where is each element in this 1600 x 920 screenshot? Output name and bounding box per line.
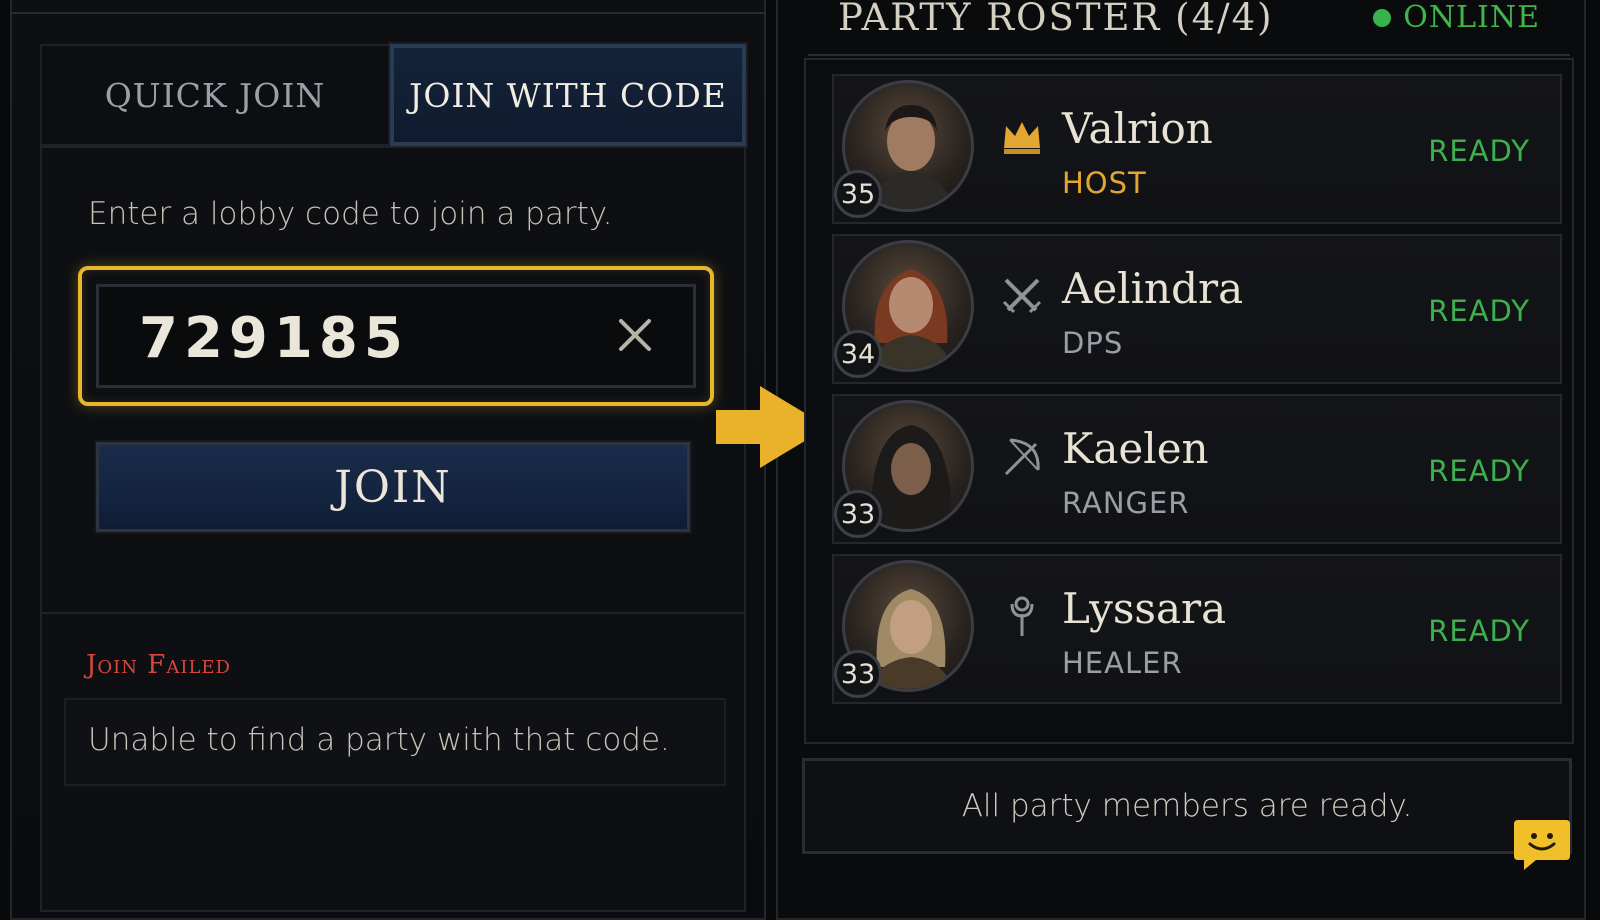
level-badge: 35	[834, 170, 882, 218]
error-message-box: Unable to find a party with that code.	[64, 698, 726, 786]
member-role: HEALER	[1062, 646, 1183, 680]
online-label: ONLINE	[1403, 0, 1540, 35]
member-card-valrion[interactable]: 35 Valrion HOST READY	[832, 74, 1562, 224]
lobby-code-input[interactable]	[137, 301, 561, 375]
level-badge: 34	[834, 330, 882, 378]
instruction-text: Enter a lobby code to join a party.	[88, 196, 613, 232]
party-roster-list: 35 Valrion HOST READY 34 Aelindra DPS RE…	[804, 58, 1574, 744]
ready-status: READY	[1428, 454, 1530, 488]
member-card-kaelen[interactable]: 33 Kaelen RANGER READY	[832, 394, 1562, 544]
ready-status: READY	[1428, 134, 1530, 168]
error-panel: Join Failed Unable to find a party with …	[40, 612, 746, 912]
member-role: DPS	[1062, 326, 1124, 360]
chat-bubble-icon[interactable]	[1512, 816, 1572, 874]
member-name: Aelindra	[1062, 264, 1244, 313]
crown-icon	[1004, 122, 1040, 154]
staff-icon	[1010, 596, 1034, 636]
top-divider	[10, 0, 766, 14]
tab-join-with-code[interactable]: JOIN WITH CODE	[388, 42, 748, 148]
error-message: Unable to find a party with that code.	[88, 722, 670, 758]
error-title: Join Failed	[86, 650, 231, 680]
crossed-swords-icon	[1002, 278, 1042, 314]
ready-status: READY	[1428, 294, 1530, 328]
member-name: Lyssara	[1062, 584, 1227, 633]
online-dot-icon	[1373, 8, 1392, 27]
tab-quick-join[interactable]: QUICK JOIN	[40, 44, 388, 146]
member-name: Valrion	[1062, 104, 1213, 153]
member-role: HOST	[1062, 166, 1147, 200]
member-card-lyssara[interactable]: 33 Lyssara HEALER READY	[832, 554, 1562, 704]
roster-header: PARTY ROSTER (4/4) ONLINE	[808, 0, 1570, 56]
level-badge: 33	[834, 490, 882, 538]
code-field-highlight	[78, 266, 714, 406]
code-field	[96, 284, 696, 388]
join-button[interactable]: JOIN	[94, 440, 692, 534]
clear-input-button[interactable]	[613, 313, 657, 357]
roster-title: PARTY ROSTER (4/4)	[838, 0, 1274, 39]
member-name: Kaelen	[1062, 424, 1209, 473]
member-role: RANGER	[1062, 486, 1190, 520]
join-tabs: QUICK JOIN JOIN WITH CODE	[40, 42, 748, 148]
level-badge: 33	[834, 650, 882, 698]
close-icon	[619, 319, 651, 351]
join-code-panel: Enter a lobby code to join a party. JOIN	[40, 146, 746, 614]
member-card-aelindra[interactable]: 34 Aelindra DPS READY	[832, 234, 1562, 384]
party-ready-status: All party members are ready.	[802, 758, 1572, 854]
ready-status: READY	[1428, 614, 1530, 648]
bow-icon	[1004, 438, 1040, 476]
online-indicator: ONLINE	[1373, 0, 1540, 35]
